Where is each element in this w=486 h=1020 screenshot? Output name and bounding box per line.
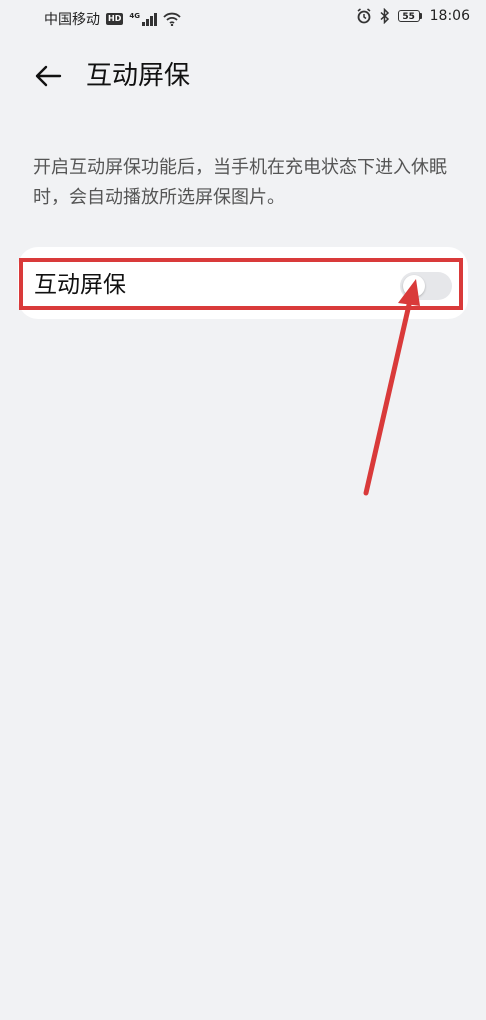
- carrier-name: 中国移动: [44, 12, 100, 28]
- status-right: 55 18:06: [356, 8, 470, 24]
- alarm-icon: [357, 8, 371, 24]
- page-title: 互动屏保: [86, 61, 191, 91]
- battery-icon: 55: [397, 10, 422, 22]
- hd-icon: HD: [106, 13, 124, 25]
- bluetooth-icon: [380, 8, 389, 24]
- battery-level: 55: [397, 10, 420, 22]
- status-bar: 中国移动 HD 4G 55 18:06: [0, 0, 486, 36]
- network-type: 4G: [129, 12, 140, 20]
- header: 互动屏保: [0, 56, 486, 96]
- arrow-left-icon: [35, 65, 62, 87]
- back-button[interactable]: [28, 58, 68, 94]
- highlight-box: [19, 258, 463, 310]
- wifi-icon: [163, 12, 181, 26]
- feature-description: 开启互动屏保功能后，当手机在充电状态下进入休眠时，会自动播放所选屏保图片。: [33, 157, 447, 208]
- clock: 18:06: [429, 8, 470, 24]
- status-left: 中国移动 HD 4G: [44, 9, 181, 29]
- signal-icon: 4G: [129, 12, 157, 26]
